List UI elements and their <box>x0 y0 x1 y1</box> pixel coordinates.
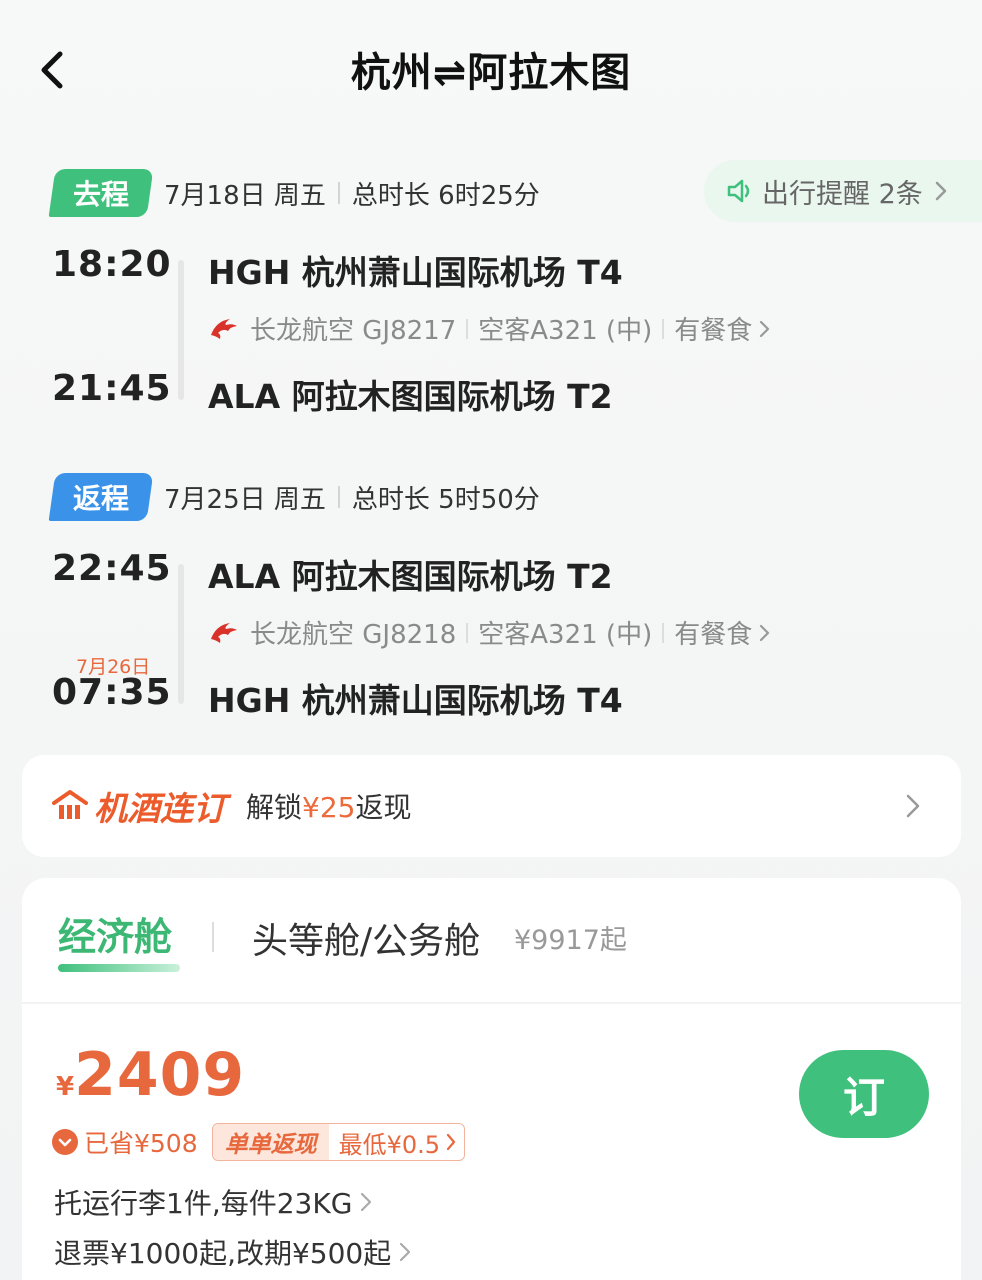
house-icon <box>52 790 88 819</box>
divider <box>337 486 340 508</box>
chevron-right-icon <box>446 1133 456 1151</box>
outbound-tag: 去程 <box>48 169 154 217</box>
divider <box>662 622 665 643</box>
refund-change-rule[interactable]: 退票¥1000起,改期¥500起 <box>54 1232 413 1272</box>
divider <box>662 318 665 339</box>
chevron-right-icon <box>906 794 920 818</box>
divider <box>337 182 340 204</box>
airline-logo-icon <box>211 318 237 339</box>
baggage-rule[interactable]: 托运行李1件,每件23KG <box>54 1182 374 1222</box>
timeline-line <box>178 564 184 704</box>
timeline-line <box>178 260 184 400</box>
return-header: 返程 7月25日 周五 总时长 5时50分 <box>48 472 540 522</box>
outbound-aircraft: 空客A321 (中) <box>478 316 653 346</box>
first-business-price: ¥9917起 <box>514 925 627 956</box>
return-flight-info[interactable]: 长龙航空 GJ8218 空客A321 (中) 有餐食 <box>208 614 774 651</box>
promo-label: 单单返现 <box>212 1124 329 1160</box>
return-leg: 返程 7月25日 周五 总时长 5时50分 22:45 ALA 阿拉木图国际机场… <box>0 472 982 722</box>
bundle-title: 机酒连订 <box>94 789 226 828</box>
return-departure-airport: ALA 阿拉木图国际机场 T2 <box>208 557 613 596</box>
return-arrival-time: 07:35 <box>52 672 172 713</box>
return-meal: 有餐食 <box>674 620 753 650</box>
outbound-meal: 有餐食 <box>674 316 753 346</box>
promo-value: 最低¥0.5 <box>329 1125 464 1160</box>
chevron-right-icon <box>400 1242 411 1262</box>
return-date: 7月25日 周五 <box>164 484 326 515</box>
return-airline: 长龙航空 GJ8218 <box>250 620 457 650</box>
divider <box>466 622 469 643</box>
savings-row: 已省¥508 单单返现 最低¥0.5 <box>52 1122 466 1162</box>
saved-amount: 已省¥508 <box>84 1129 198 1158</box>
return-aircraft: 空客A321 (中) <box>478 620 653 650</box>
chevron-right-icon <box>760 624 770 641</box>
return-tag: 返程 <box>48 473 154 521</box>
fare-option: ¥2409 订 已省¥508 单单返现 最低¥0.5 托运行李1件,每件23KG… <box>22 1002 961 1280</box>
tab-active-indicator <box>58 964 180 972</box>
outbound-header: 去程 7月18日 周五 总时长 6时25分 <box>48 168 540 218</box>
bundle-amount: ¥25 <box>302 791 356 824</box>
fare-price: ¥2409 <box>56 1040 246 1110</box>
outbound-arrival-airport: ALA 阿拉木图国际机场 T2 <box>208 377 613 416</box>
bundle-logo: 机酒连订 <box>52 782 226 830</box>
divider <box>212 922 214 952</box>
tab-first-business[interactable]: 头等舱/公务舱 <box>252 912 480 964</box>
tab-economy[interactable]: 经济舱 <box>58 906 172 961</box>
book-button[interactable]: 订 <box>799 1050 929 1138</box>
cashback-promo[interactable]: 单单返现 最低¥0.5 <box>211 1123 466 1161</box>
cabin-tabs: 经济舱 头等舱/公务舱 ¥9917起 <box>22 878 961 998</box>
chevron-right-icon <box>361 1192 372 1212</box>
outbound-arrival-time: 21:45 <box>52 368 172 409</box>
chevron-right-icon <box>760 320 770 337</box>
outbound-date: 7月18日 周五 <box>164 180 326 211</box>
outbound-flight-info[interactable]: 长龙航空 GJ8217 空客A321 (中) 有餐食 <box>208 310 774 347</box>
cabin-card: 经济舱 头等舱/公务舱 ¥9917起 ¥2409 订 已省¥508 单单返现 最… <box>22 878 961 1280</box>
page-title: 杭州⇌阿拉木图 <box>350 50 632 96</box>
return-departure-time: 22:45 <box>52 548 172 589</box>
outbound-leg: 去程 7月18日 周五 总时长 6时25分 18:20 HGH 杭州萧山国际机场… <box>0 168 982 418</box>
nav-bar: 杭州⇌阿拉木图 <box>0 0 982 140</box>
airline-logo-icon <box>211 622 237 643</box>
flight-hotel-bundle-banner[interactable]: 机酒连订 解锁¥25返现 <box>22 755 961 857</box>
down-arrow-icon <box>52 1129 78 1155</box>
bundle-text: 解锁¥25返现 <box>246 791 412 824</box>
outbound-airline: 长龙航空 GJ8217 <box>250 316 457 346</box>
outbound-duration: 总时长 6时25分 <box>351 180 540 211</box>
outbound-departure-time: 18:20 <box>52 244 172 285</box>
divider <box>466 318 469 339</box>
return-duration: 总时长 5时50分 <box>351 484 540 515</box>
return-arrival-airport: HGH 杭州萧山国际机场 T4 <box>208 681 623 720</box>
outbound-departure-airport: HGH 杭州萧山国际机场 T4 <box>208 253 623 292</box>
